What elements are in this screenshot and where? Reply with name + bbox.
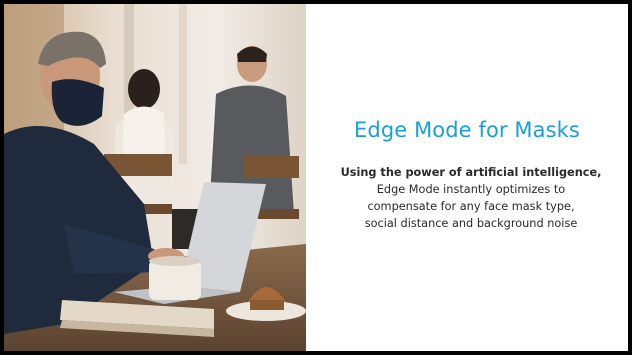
body-lead: Using the power of artificial intelligen…	[340, 166, 602, 179]
body-line-1: Edge Mode instantly optimizes to	[376, 183, 566, 196]
slide-body: Using the power of artificial intelligen…	[324, 164, 618, 232]
body-line-3: social distance and background noise	[364, 217, 578, 230]
slide-title: Edge Mode for Masks	[354, 118, 580, 142]
presentation-slide: Edge Mode for Masks Using the power of a…	[4, 4, 628, 351]
text-panel: Edge Mode for Masks Using the power of a…	[306, 4, 628, 351]
cafe-laptop-photo	[4, 4, 306, 351]
body-line-2: compensate for any face mask type,	[367, 200, 575, 213]
